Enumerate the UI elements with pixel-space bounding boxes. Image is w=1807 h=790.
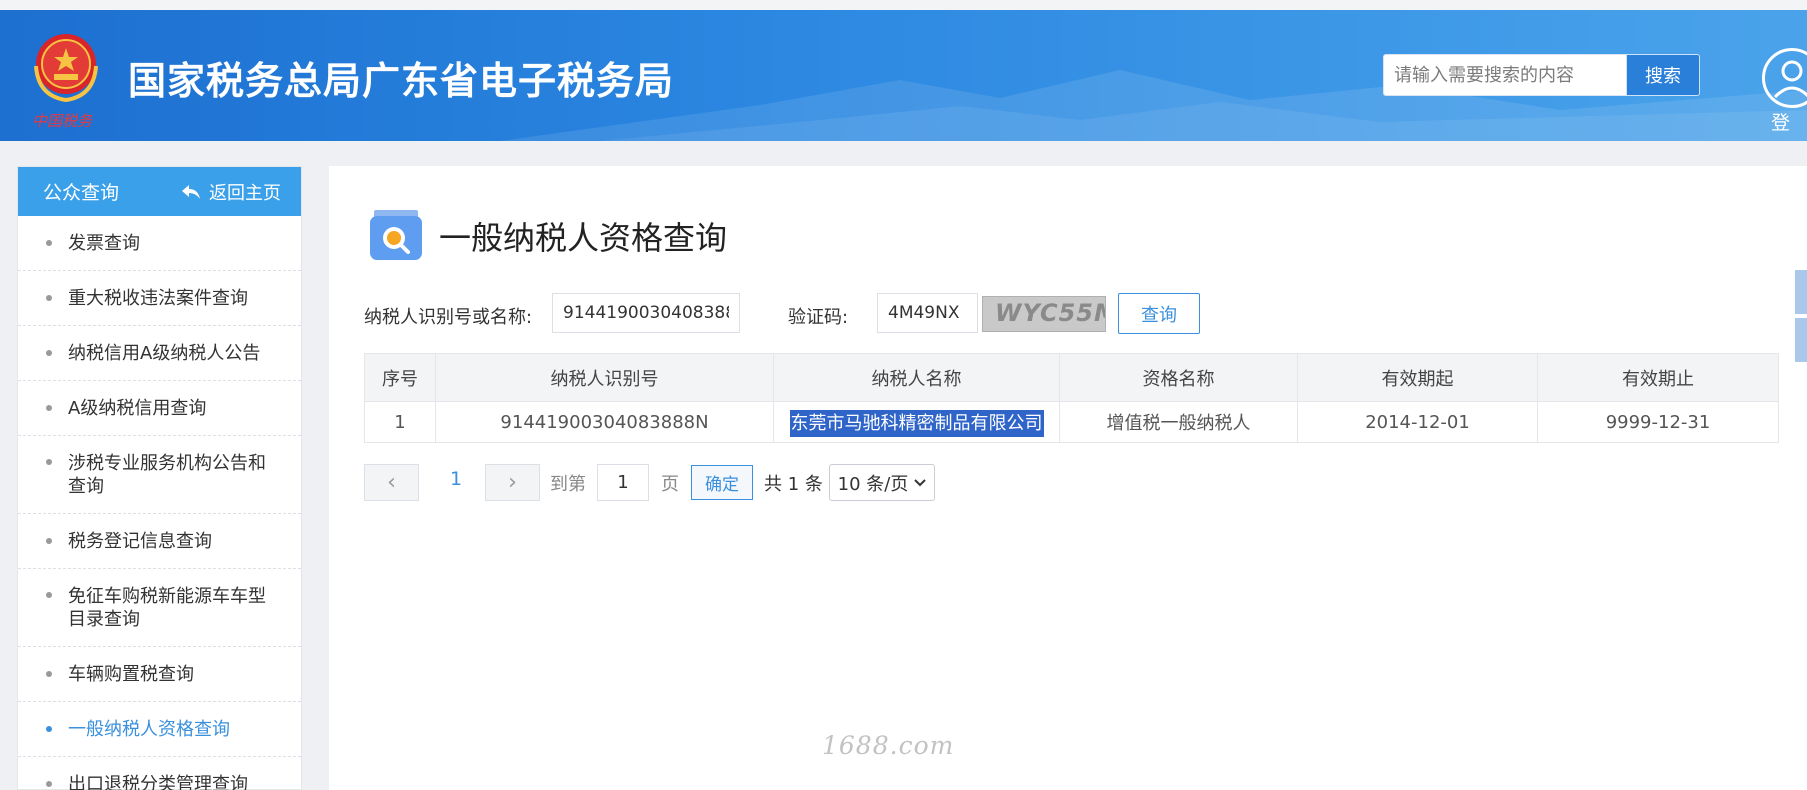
taxpayer-id-label: 纳税人识别号或名称:: [364, 307, 533, 328]
sidebar-item-a-credit-query[interactable]: A级纳税信用查询: [18, 381, 301, 436]
sidebar-item-vehicle-tax[interactable]: 车辆购置税查询: [18, 647, 301, 702]
sidebar-item-label: 税务登记信息查询: [68, 530, 212, 552]
floating-help-tab[interactable]: [1795, 270, 1807, 314]
search-button[interactable]: 搜索: [1626, 54, 1700, 96]
col-qualification: 资格名称: [1059, 353, 1298, 402]
watermark-text: 1688.com: [822, 731, 955, 760]
col-valid-from: 有效期起: [1297, 353, 1538, 402]
page-title: 一般纳税人资格查询: [439, 219, 728, 257]
col-valid-to: 有效期止: [1537, 353, 1779, 402]
col-taxpayer-name: 纳税人名称: [773, 353, 1060, 402]
user-avatar-icon[interactable]: [1762, 48, 1807, 108]
bullet-icon: [46, 592, 52, 598]
sidebar-item-label: 涉税专业服务机构公告和查询: [68, 452, 266, 497]
browser-top-strip: [0, 0, 1807, 10]
bullet-icon: [46, 240, 52, 246]
sidebar-item-a-credit-notice[interactable]: 纳税信用A级纳税人公告: [18, 326, 301, 381]
sidebar-item-label: 出口退税分类管理查询: [68, 773, 248, 790]
chevron-left-icon: ‹: [387, 470, 396, 495]
page-size-select[interactable]: 10 条/页: [829, 464, 935, 501]
page-size-value: 10 条/页: [837, 473, 909, 495]
query-button[interactable]: 查询: [1118, 293, 1200, 334]
sidebar-item-label: 发票查询: [68, 232, 140, 254]
search-input[interactable]: [1383, 54, 1627, 96]
sidebar-title: 公众查询: [43, 182, 120, 204]
captcha-label: 验证码:: [788, 307, 849, 328]
col-taxpayer-id: 纳税人识别号: [435, 353, 774, 402]
login-link[interactable]: 登录: [1771, 108, 1807, 141]
cell-taxpayer-name: 东莞市马驰科精密制品有限公司: [773, 401, 1060, 443]
back-home-link[interactable]: 返回主页: [181, 179, 281, 205]
site-header: 中国税务 国家税务总局广东省电子税务局 搜索 登录: [0, 10, 1807, 141]
col-index: 序号: [364, 353, 436, 402]
site-title: 国家税务总局广东省电子税务局: [128, 59, 675, 103]
sidebar-item-label: 重大税收违法案件查询: [68, 287, 248, 309]
cell-valid-from: 2014-12-01: [1297, 401, 1538, 443]
captcha-input[interactable]: [877, 293, 978, 333]
floating-feedback-tab[interactable]: [1795, 318, 1807, 362]
sidebar-item-label: 免征车购税新能源车车型目录查询: [68, 585, 266, 630]
captcha-image-text: WYC55M: [995, 299, 1105, 327]
bullet-icon: [46, 405, 52, 411]
sidebar-item-registration-info[interactable]: 税务登记信息查询: [18, 514, 301, 569]
bullet-icon: [46, 295, 52, 301]
total-count: 共 1 条: [764, 474, 823, 495]
chevron-down-icon: [914, 478, 927, 486]
back-arrow-icon: [182, 184, 200, 199]
main-panel: 一般纳税人资格查询 纳税人识别号或名称: 验证码: WYC55M 查询 序号 纳…: [329, 166, 1807, 790]
confirm-page-button[interactable]: 确定: [691, 465, 753, 500]
bullet-icon: [46, 671, 52, 677]
captcha-image[interactable]: WYC55M: [982, 296, 1106, 332]
cell-valid-to: 9999-12-31: [1537, 401, 1779, 443]
result-table: 序号 纳税人识别号 纳税人名称 资格名称 有效期起 有效期止 1 9144190…: [364, 353, 1779, 443]
slogan: 中国税务: [32, 112, 93, 130]
sidebar-item-new-energy-catalog[interactable]: 免征车购税新能源车车型目录查询: [18, 569, 301, 647]
national-emblem-icon: [34, 34, 98, 103]
sidebar-item-label: A级纳税信用查询: [68, 397, 207, 419]
bullet-icon: [46, 459, 52, 465]
sidebar-item-export-rebate[interactable]: 出口退税分类管理查询: [18, 757, 301, 790]
sidebar-item-label: 一般纳税人资格查询: [68, 718, 230, 740]
sidebar-header: 公众查询 返回主页: [18, 167, 301, 216]
goto-label: 到第: [550, 474, 586, 495]
selected-text: 东莞市马驰科精密制品有限公司: [789, 410, 1044, 437]
sidebar: 公众查询 返回主页 发票查询 重大税收违法案件查询 纳税信用A级纳税人公告 A级…: [17, 166, 302, 790]
goto-page-input[interactable]: [597, 464, 649, 501]
cell-qualification: 增值税一般纳税人: [1059, 401, 1298, 443]
bullet-icon: [46, 538, 52, 544]
bullet-icon: [46, 781, 52, 787]
page-number[interactable]: 1: [450, 468, 462, 490]
chevron-right-icon: ›: [508, 470, 517, 495]
table-header-row: 序号 纳税人识别号 纳税人名称 资格名称 有效期起 有效期止: [364, 353, 1779, 402]
sidebar-item-label: 车辆购置税查询: [68, 663, 194, 685]
prev-page-button[interactable]: ‹: [364, 464, 419, 501]
cell-taxpayer-id: 91441900304083888N: [435, 401, 774, 443]
table-row: 1 91441900304083888N 东莞市马驰科精密制品有限公司 增值税一…: [364, 401, 1779, 443]
back-home-label: 返回主页: [209, 182, 281, 204]
sidebar-item-major-violation[interactable]: 重大税收违法案件查询: [18, 271, 301, 326]
bullet-icon: [46, 350, 52, 356]
sidebar-item-label: 纳税信用A级纳税人公告: [68, 342, 261, 364]
taxpayer-id-input[interactable]: [552, 293, 740, 333]
cell-index: 1: [364, 401, 436, 443]
sidebar-item-general-taxpayer[interactable]: 一般纳税人资格查询: [18, 702, 301, 757]
search-document-icon: [370, 210, 422, 260]
next-page-button[interactable]: ›: [485, 464, 540, 501]
user-icon: [1773, 60, 1807, 99]
sidebar-item-invoice-query[interactable]: 发票查询: [18, 216, 301, 271]
bullet-icon: [46, 726, 52, 732]
page-suffix: 页: [661, 474, 679, 495]
sidebar-item-service-agency[interactable]: 涉税专业服务机构公告和查询: [18, 436, 301, 514]
